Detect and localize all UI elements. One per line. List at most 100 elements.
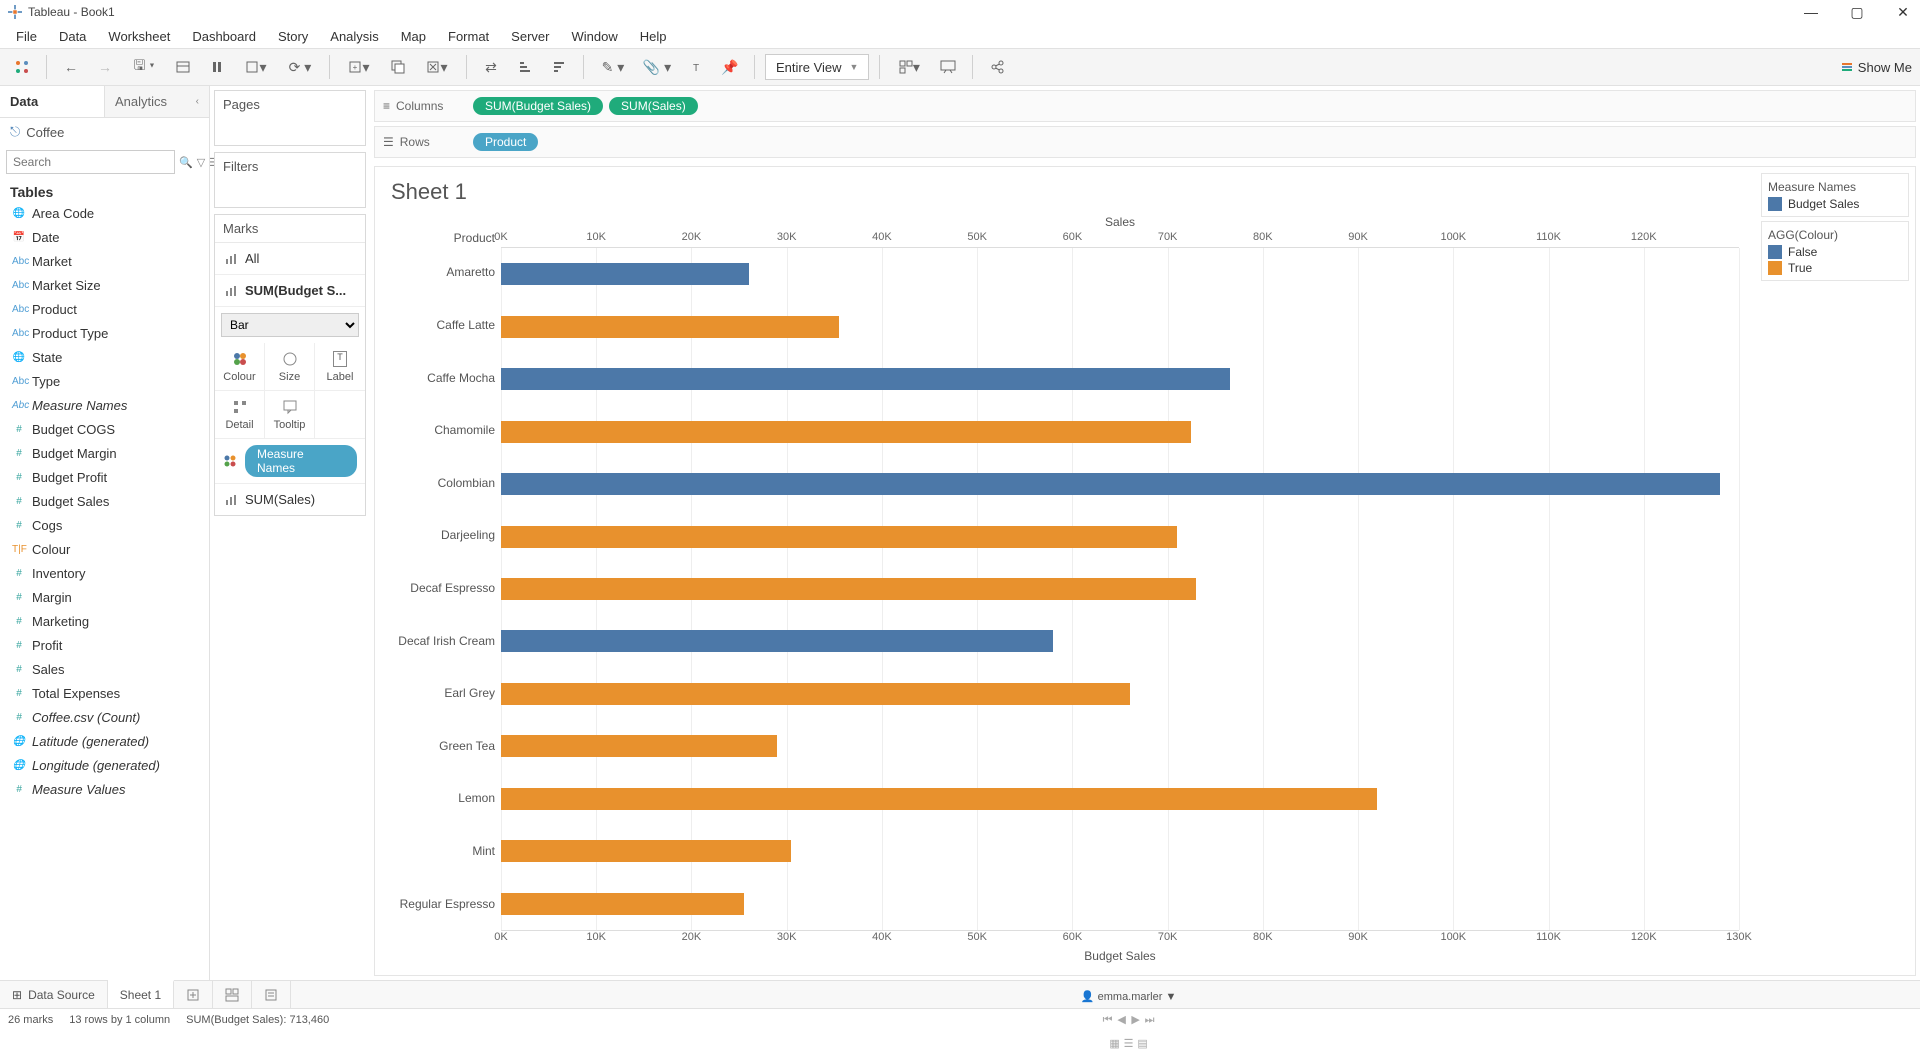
columns-pill-2[interactable]: SUM(Sales) xyxy=(609,97,698,115)
pin-button[interactable]: 📌 xyxy=(716,53,744,81)
field-sales[interactable]: #Sales xyxy=(4,658,205,682)
swap-button[interactable]: ⇄ xyxy=(477,53,505,81)
field-product[interactable]: AbcProduct xyxy=(4,298,205,322)
legend-agg-colour[interactable]: AGG(Colour) FalseTrue xyxy=(1761,221,1909,281)
rows-shelf[interactable]: ☰Rows Product xyxy=(374,126,1916,158)
tableau-start-icon[interactable] xyxy=(8,53,36,81)
filters-shelf[interactable]: Filters xyxy=(214,152,366,208)
bar-caffe-latte[interactable] xyxy=(501,316,839,338)
legend-item[interactable]: False xyxy=(1768,244,1902,260)
menu-dashboard[interactable]: Dashboard xyxy=(182,27,266,46)
bar-darjeeling[interactable] xyxy=(501,526,1177,548)
filter-fields-icon[interactable]: ▽ xyxy=(197,156,205,169)
field-date[interactable]: 📅Date xyxy=(4,226,205,250)
menu-help[interactable]: Help xyxy=(630,27,677,46)
bar-green-tea[interactable] xyxy=(501,735,777,757)
sort-desc-button[interactable] xyxy=(545,53,573,81)
field-total-expenses[interactable]: #Total Expenses xyxy=(4,682,205,706)
bar-decaf-espresso[interactable] xyxy=(501,578,1196,600)
menu-analysis[interactable]: Analysis xyxy=(320,27,388,46)
user-menu[interactable]: 👤 emma.marler ▼ xyxy=(1081,990,1177,1003)
close-button[interactable]: ✕ xyxy=(1894,4,1912,21)
field-longitude-generated-[interactable]: 🌐Longitude (generated) xyxy=(4,754,205,778)
bar-lemon[interactable] xyxy=(501,788,1377,810)
share-button[interactable] xyxy=(983,53,1011,81)
bar-mint[interactable] xyxy=(501,840,791,862)
field-measure-names[interactable]: AbcMeasure Names xyxy=(4,394,205,418)
fit-dropdown[interactable]: Entire View▼ xyxy=(765,54,869,80)
redo-button[interactable]: → xyxy=(91,53,119,81)
menu-data[interactable]: Data xyxy=(49,27,96,46)
analytics-tab[interactable]: Analytics‹ xyxy=(104,86,209,117)
show-hide-cards-button[interactable]: ▾ xyxy=(890,53,928,81)
save-button[interactable]: 🖫 ▾ xyxy=(125,53,163,81)
field-colour[interactable]: T|FColour xyxy=(4,538,205,562)
bar-decaf-irish-cream[interactable] xyxy=(501,630,1053,652)
sheet-title[interactable]: Sheet 1 xyxy=(391,179,1739,205)
run-update-button[interactable]: ▾ xyxy=(237,53,275,81)
show-me-button[interactable]: Show Me xyxy=(1842,60,1912,75)
marks-all-row[interactable]: All xyxy=(215,243,365,275)
undo-button[interactable]: ← xyxy=(57,53,85,81)
bar-earl-grey[interactable] xyxy=(501,683,1130,705)
mark-type-select[interactable]: Bar xyxy=(221,313,359,337)
menu-format[interactable]: Format xyxy=(438,27,499,46)
menu-worksheet[interactable]: Worksheet xyxy=(98,27,180,46)
field-budget-margin[interactable]: #Budget Margin xyxy=(4,442,205,466)
minimize-button[interactable]: — xyxy=(1802,4,1820,21)
field-area-code[interactable]: 🌐Area Code xyxy=(4,202,205,226)
highlight-button[interactable]: ✎ ▾ xyxy=(594,53,632,81)
pause-auto-updates-button[interactable] xyxy=(203,53,231,81)
field-market-size[interactable]: AbcMarket Size xyxy=(4,274,205,298)
data-tab[interactable]: Data xyxy=(0,86,104,117)
group-button[interactable]: 📎 ▾ xyxy=(638,53,676,81)
bar-colombian[interactable] xyxy=(501,473,1720,495)
marks-sales-row[interactable]: SUM(Sales) xyxy=(215,483,365,515)
columns-shelf[interactable]: ≡Columns SUM(Budget Sales) SUM(Sales) xyxy=(374,90,1916,122)
search-input[interactable] xyxy=(6,150,175,174)
maximize-button[interactable]: ▢ xyxy=(1848,4,1866,21)
field-product-type[interactable]: AbcProduct Type xyxy=(4,322,205,346)
legend-item[interactable]: Budget Sales xyxy=(1768,196,1902,212)
legend-item[interactable]: True xyxy=(1768,260,1902,276)
bar-caffe-mocha[interactable] xyxy=(501,368,1230,390)
bar-chamomile[interactable] xyxy=(501,421,1191,443)
field-inventory[interactable]: #Inventory xyxy=(4,562,205,586)
pages-shelf[interactable]: Pages xyxy=(214,90,366,146)
bar-amaretto[interactable] xyxy=(501,263,749,285)
field-type[interactable]: AbcType xyxy=(4,370,205,394)
menu-map[interactable]: Map xyxy=(391,27,436,46)
label-button[interactable]: TLabel xyxy=(315,343,365,391)
measure-names-pill[interactable]: Measure Names xyxy=(245,445,357,477)
size-button[interactable]: Size xyxy=(265,343,315,391)
columns-pill-1[interactable]: SUM(Budget Sales) xyxy=(473,97,603,115)
detail-button[interactable]: Detail xyxy=(215,391,265,439)
bar-regular-espresso[interactable] xyxy=(501,893,744,915)
field-latitude-generated-[interactable]: 🌐Latitude (generated) xyxy=(4,730,205,754)
menu-server[interactable]: Server xyxy=(501,27,559,46)
datasource-name[interactable]: ⎋Coffee xyxy=(0,118,209,146)
field-margin[interactable]: #Margin xyxy=(4,586,205,610)
field-marketing[interactable]: #Marketing xyxy=(4,610,205,634)
field-coffee-csv-count-[interactable]: #Coffee.csv (Count) xyxy=(4,706,205,730)
field-cogs[interactable]: #Cogs xyxy=(4,514,205,538)
legend-measure-names[interactable]: Measure Names Budget Sales xyxy=(1761,173,1909,217)
colour-button[interactable]: Colour xyxy=(215,343,265,391)
new-worksheet-tab[interactable] xyxy=(174,981,213,1008)
new-worksheet-button[interactable]: + ▾ xyxy=(340,53,378,81)
field-budget-sales[interactable]: #Budget Sales xyxy=(4,490,205,514)
refresh-button[interactable]: ⟳ ▾ xyxy=(281,53,319,81)
tooltip-button[interactable]: Tooltip xyxy=(265,391,315,439)
view-mode-buttons[interactable]: ▦☰▤ xyxy=(1108,1037,1150,1050)
menu-file[interactable]: File xyxy=(6,27,47,46)
marks-budget-row[interactable]: SUM(Budget S... xyxy=(215,275,365,307)
sheet-tab-1[interactable]: Sheet 1 xyxy=(108,980,174,1008)
field-profit[interactable]: #Profit xyxy=(4,634,205,658)
clear-button[interactable]: ▾ xyxy=(418,53,456,81)
duplicate-button[interactable] xyxy=(384,53,412,81)
field-budget-cogs[interactable]: #Budget COGS xyxy=(4,418,205,442)
rows-pill-1[interactable]: Product xyxy=(473,133,538,151)
field-market[interactable]: AbcMarket xyxy=(4,250,205,274)
field-state[interactable]: 🌐State xyxy=(4,346,205,370)
new-dashboard-tab[interactable] xyxy=(213,981,252,1008)
